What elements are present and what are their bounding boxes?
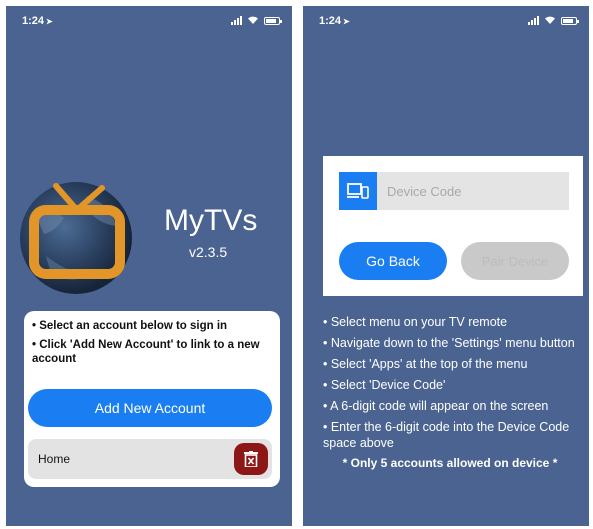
battery-icon bbox=[561, 17, 579, 25]
cellular-signal-icon bbox=[528, 16, 539, 25]
instruction-step: • Select 'Apps' at the top of the menu bbox=[323, 357, 528, 371]
mytvs-logo bbox=[16, 176, 144, 296]
battery-icon bbox=[264, 17, 282, 25]
account-card: • Select an account below to sign in • C… bbox=[24, 311, 280, 487]
app-title: MyTVs bbox=[164, 204, 258, 237]
pair-device-card: Go Back Pair Device bbox=[323, 156, 583, 296]
clock-text: 1:24 bbox=[319, 15, 342, 27]
location-arrow-icon: ➤ bbox=[343, 17, 350, 26]
status-icons bbox=[528, 15, 579, 25]
pair-device-screen: 1:24➤ Go Back Pair Device bbox=[303, 6, 589, 526]
pair-device-button[interactable]: Pair Device bbox=[461, 242, 569, 280]
status-time: 1:24 ➤ bbox=[22, 15, 53, 27]
add-new-account-button[interactable]: Add New Account bbox=[28, 389, 272, 427]
account-name: Home bbox=[38, 452, 71, 466]
instruction-step: • Select 'Device Code' bbox=[323, 378, 446, 392]
go-back-button[interactable]: Go Back bbox=[339, 242, 447, 280]
instruction-step: • Select menu on your TV remote bbox=[323, 315, 508, 329]
cellular-signal-icon bbox=[231, 16, 242, 25]
pairing-instructions: • Select menu on your TV remote • Naviga… bbox=[323, 314, 585, 470]
status-time: 1:24 ➤ bbox=[319, 15, 350, 27]
wifi-icon bbox=[544, 15, 556, 25]
trash-icon bbox=[244, 451, 258, 467]
instruction-step: • Enter the 6-digit code into the Device… bbox=[323, 420, 570, 450]
wifi-icon bbox=[247, 15, 259, 25]
status-bar: 1:24 ➤ bbox=[6, 6, 292, 34]
devices-icon bbox=[339, 172, 377, 210]
device-code-field[interactable] bbox=[339, 172, 569, 210]
device-code-input[interactable] bbox=[387, 172, 563, 210]
app-version: v2.3.5 bbox=[189, 244, 228, 260]
delete-account-button[interactable] bbox=[234, 443, 268, 475]
account-row-home[interactable]: Home bbox=[28, 439, 272, 479]
instruction-step: • A 6-digit code will appear on the scre… bbox=[323, 399, 549, 413]
instruction-step: • Navigate down to the 'Settings' menu b… bbox=[323, 336, 575, 350]
account-limit-note: * Only 5 accounts allowed on device * bbox=[342, 456, 558, 470]
clock-text: 1:24 bbox=[22, 15, 45, 27]
sign-in-screen: 1:24 ➤ MyTVs v2.3.5 • Select an account … bbox=[6, 6, 292, 526]
status-bar: 1:24 ➤ bbox=[303, 6, 589, 34]
instruction-add-account: • Click 'Add New Account' to link to a n… bbox=[32, 339, 260, 365]
instruction-select-account: • Select an account below to sign in bbox=[32, 320, 228, 332]
status-icons bbox=[231, 15, 282, 25]
location-arrow-icon: ➤ bbox=[46, 17, 53, 26]
